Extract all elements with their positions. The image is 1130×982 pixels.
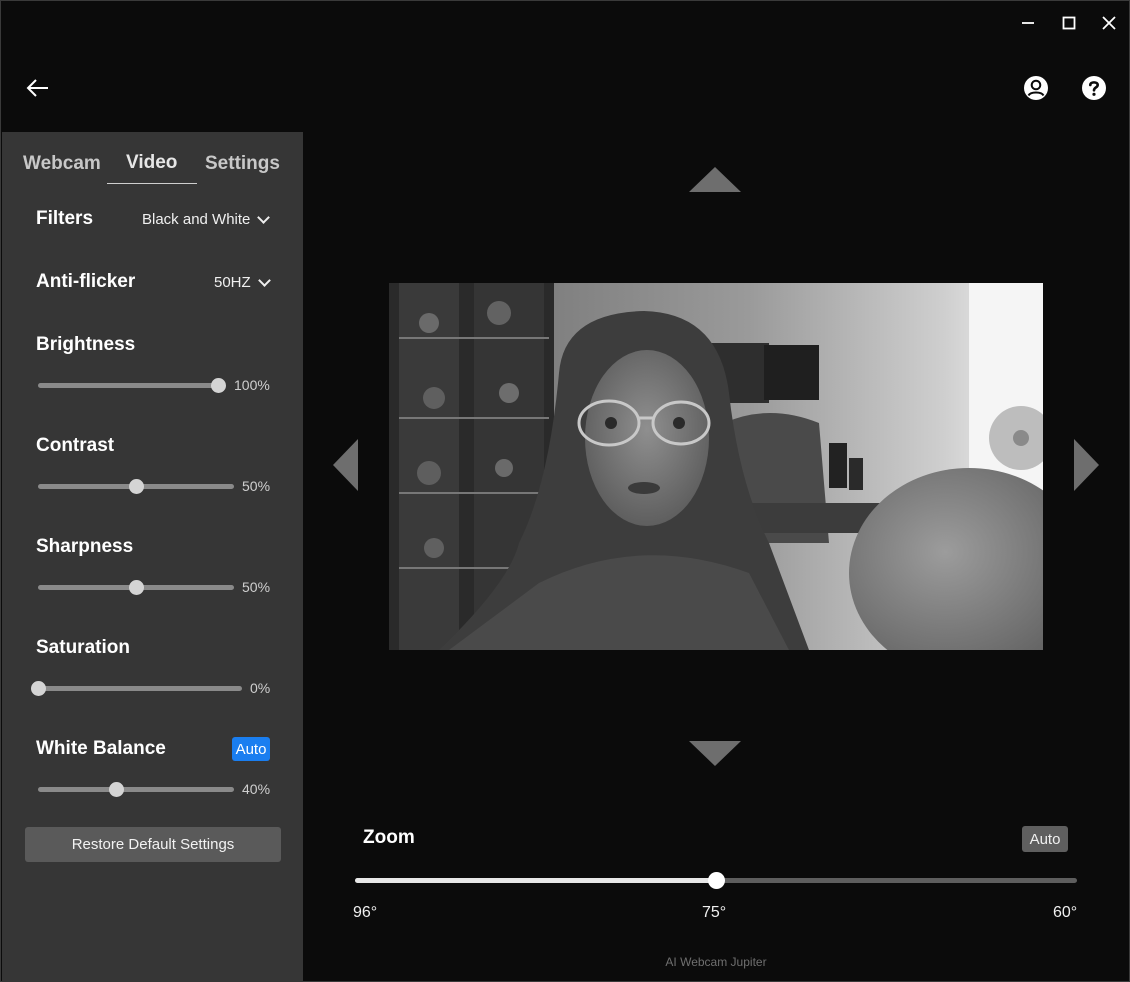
saturation-value: 0%	[250, 680, 271, 696]
help-button[interactable]	[1079, 73, 1109, 103]
zoom-slider[interactable]	[355, 871, 1077, 889]
contrast-label: Contrast	[36, 435, 115, 456]
pan-down-button[interactable]	[689, 741, 741, 766]
anti-flicker-value: 50HZ	[214, 274, 251, 291]
slider-thumb[interactable]	[31, 681, 46, 696]
help-icon	[1082, 76, 1106, 100]
pan-left-button[interactable]	[333, 439, 358, 491]
zoom-tick-min: 96°	[353, 904, 378, 921]
contrast-slider[interactable]	[38, 478, 234, 494]
zoom-label: Zoom	[363, 827, 415, 848]
white-balance-value: 40%	[242, 781, 271, 797]
brightness-value: 100%	[234, 377, 270, 393]
anti-flicker-dropdown[interactable]: 50HZ	[214, 273, 271, 291]
pan-right-button[interactable]	[1074, 439, 1099, 491]
chevron-down-icon	[257, 210, 271, 224]
brightness-slider[interactable]	[38, 377, 226, 393]
camera-preview	[389, 283, 1043, 650]
filters-label: Filters	[36, 208, 94, 229]
saturation-label: Saturation	[36, 637, 130, 658]
white-balance-auto-button[interactable]: Auto	[232, 737, 270, 761]
active-tab-indicator	[107, 183, 197, 184]
zoom-tick-max: 60°	[1053, 904, 1078, 921]
slider-thumb[interactable]	[211, 378, 226, 393]
filters-value: Black and White	[142, 211, 251, 228]
chevron-down-icon	[257, 273, 271, 287]
tab-settings[interactable]: Settings	[205, 153, 280, 175]
back-button[interactable]	[23, 73, 53, 103]
sharpness-value: 50%	[242, 579, 271, 595]
slider-track	[38, 686, 242, 691]
pan-up-button[interactable]	[689, 167, 741, 192]
white-balance-label: White Balance	[36, 738, 166, 759]
zoom-slider-fill	[355, 878, 716, 883]
tab-webcam[interactable]: Webcam	[23, 153, 101, 175]
filters-dropdown[interactable]: Black and White	[142, 210, 271, 228]
slider-track	[38, 787, 234, 792]
maximize-icon	[1062, 16, 1076, 30]
white-balance-slider[interactable]	[38, 781, 234, 797]
anti-flicker-label: Anti-flicker	[36, 271, 136, 292]
sharpness-slider[interactable]	[38, 579, 234, 595]
tab-video[interactable]: Video	[126, 152, 177, 174]
slider-thumb[interactable]	[129, 580, 144, 595]
app-name-footer: AI Webcam Jupiter	[665, 955, 767, 969]
account-icon	[1024, 76, 1048, 100]
settings-sidebar: Webcam Video Settings Filters Black and …	[2, 132, 303, 982]
zoom-tick-mid: 75°	[702, 904, 727, 921]
maximize-button[interactable]	[1054, 9, 1084, 37]
zoom-auto-button[interactable]: Auto	[1022, 826, 1068, 852]
restore-defaults-button[interactable]: Restore Default Settings	[25, 827, 281, 862]
close-icon	[1102, 16, 1116, 30]
slider-thumb[interactable]	[129, 479, 144, 494]
sharpness-label: Sharpness	[36, 536, 134, 557]
close-button[interactable]	[1094, 9, 1124, 37]
app-window: Webcam Video Settings Filters Black and …	[0, 0, 1130, 982]
slider-thumb[interactable]	[109, 782, 125, 797]
slider-track	[38, 383, 218, 388]
account-button[interactable]	[1021, 73, 1051, 103]
brightness-label: Brightness	[36, 334, 136, 355]
tab-bar: Webcam Video Settings	[2, 132, 303, 186]
minimize-button[interactable]	[1013, 9, 1043, 37]
minimize-icon	[1022, 22, 1034, 24]
contrast-value: 50%	[242, 478, 271, 494]
camera-feed-image	[389, 283, 1043, 650]
saturation-slider[interactable]	[31, 680, 242, 696]
zoom-slider-thumb[interactable]	[708, 872, 725, 889]
arrow-left-icon	[26, 79, 48, 97]
